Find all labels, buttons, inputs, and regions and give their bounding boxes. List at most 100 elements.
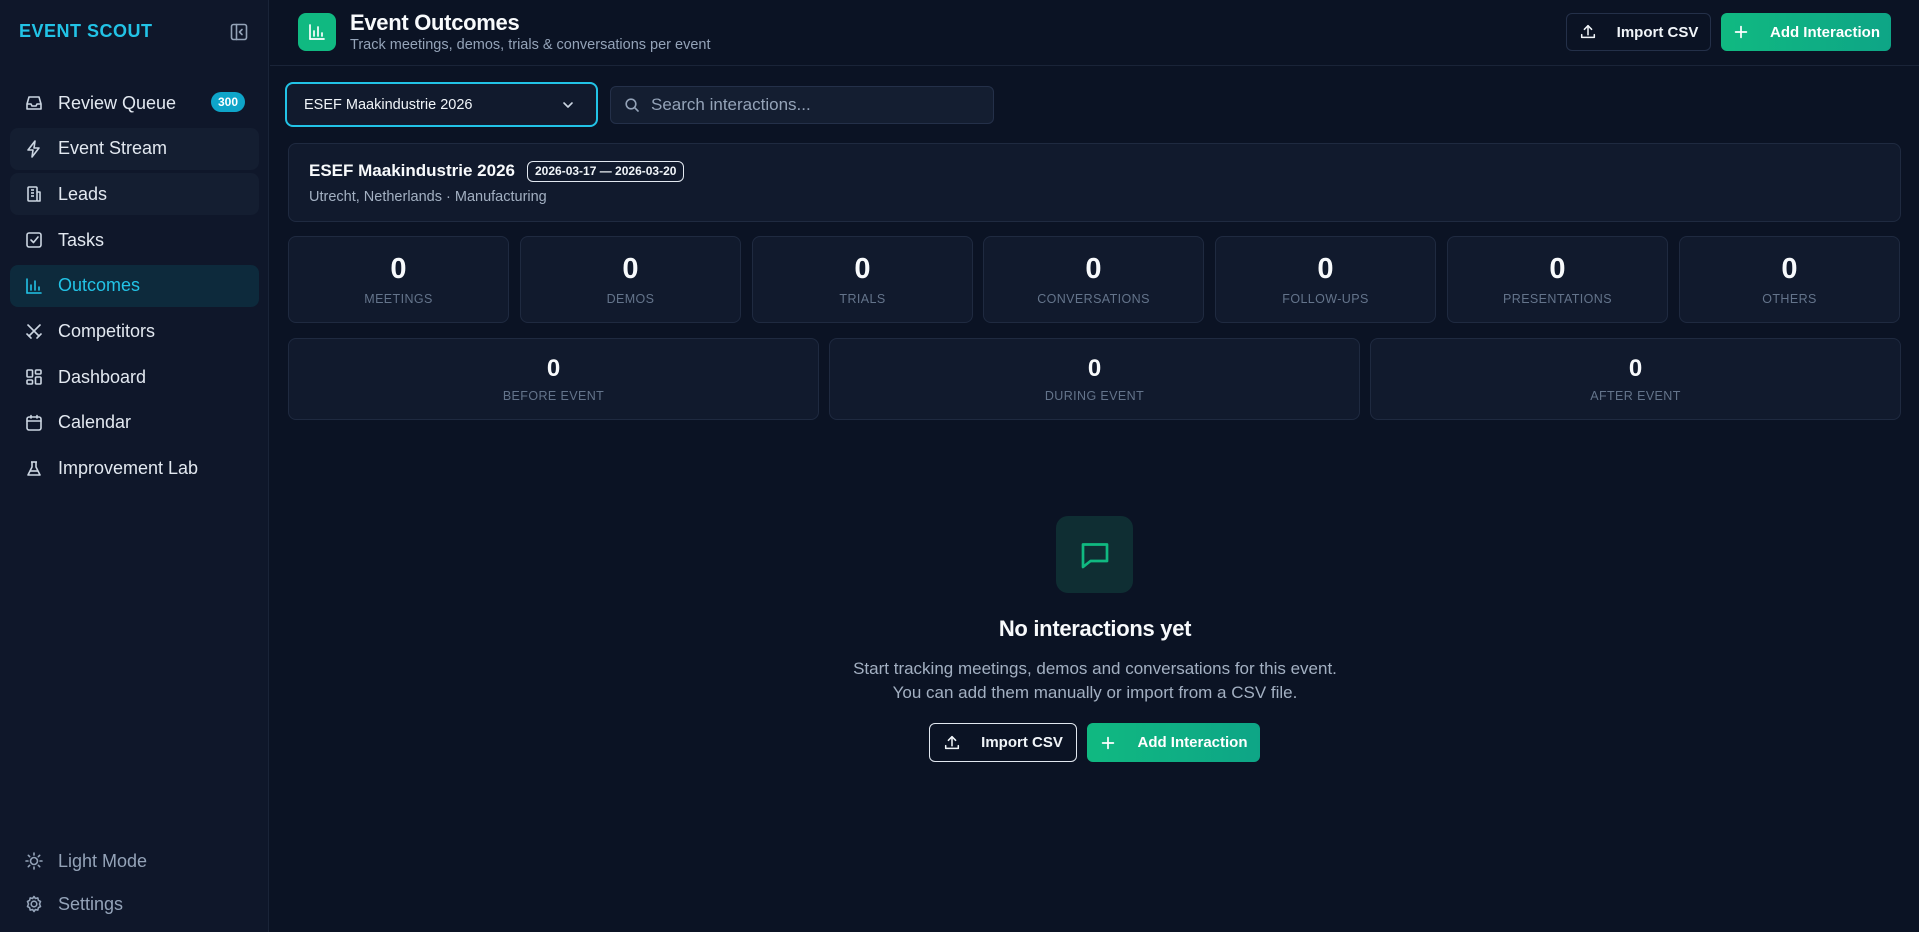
search-icon bbox=[624, 97, 640, 113]
review-count-badge: 300 bbox=[210, 92, 245, 112]
message-square-icon bbox=[1056, 516, 1133, 593]
light-mode-toggle[interactable]: Light Mode bbox=[10, 840, 259, 882]
lightning-icon bbox=[24, 139, 44, 159]
stat-label: DEMOS bbox=[606, 292, 655, 306]
sidebar-collapse-icon[interactable] bbox=[229, 22, 249, 42]
empty-state-title: No interactions yet bbox=[998, 616, 1192, 641]
empty-state-line: Start tracking meetings, demos and conve… bbox=[853, 659, 1337, 678]
empty-add-interaction-button[interactable]: Add Interaction bbox=[1087, 723, 1260, 762]
swords-icon bbox=[24, 321, 44, 341]
sidebar-item-label: Outcomes bbox=[58, 275, 141, 296]
stat-value: 0 bbox=[622, 253, 639, 285]
stat-label: CONVERSATIONS bbox=[1037, 292, 1150, 306]
phase-value: 0 bbox=[1087, 355, 1102, 382]
import-csv-label: Import CSV bbox=[981, 734, 1063, 751]
stat-value: 0 bbox=[1781, 253, 1798, 285]
sidebar-item-event-stream[interactable]: Event Stream bbox=[10, 127, 259, 170]
dashboard-icon bbox=[24, 367, 44, 387]
page-subtitle: Track meetings, demos, trials & conversa… bbox=[350, 37, 711, 53]
stat-label: PRESENTATIONS bbox=[1503, 292, 1612, 306]
sidebar-item-label: Event Stream bbox=[58, 138, 168, 159]
sidebar-item-label: Calendar bbox=[58, 412, 132, 433]
sidebar-item-review-queue[interactable]: Review Queue 300 bbox=[10, 82, 259, 124]
add-interaction-label: Add Interaction bbox=[1137, 734, 1248, 751]
stat-label: MEETINGS bbox=[364, 292, 433, 306]
import-csv-button[interactable]: Import CSV bbox=[1566, 13, 1711, 51]
phase-during-event: 0 DURING EVENT bbox=[829, 338, 1360, 420]
empty-state-text: Start tracking meetings, demos and conve… bbox=[780, 657, 1410, 705]
empty-import-csv-button[interactable]: Import CSV bbox=[929, 723, 1077, 762]
stat-value: 0 bbox=[1549, 253, 1566, 285]
page-header: Event Outcomes Track meetings, demos, tr… bbox=[270, 0, 1919, 66]
search-box bbox=[610, 86, 994, 124]
upload-icon bbox=[943, 734, 961, 752]
stat-label: OTHERS bbox=[1762, 292, 1817, 306]
event-select[interactable]: ESEF Maakindustrie 2026 bbox=[285, 82, 598, 127]
sidebar-item-settings[interactable]: Settings bbox=[10, 883, 259, 925]
phase-value: 0 bbox=[1628, 355, 1643, 382]
phase-label: DURING EVENT bbox=[1044, 389, 1145, 403]
gear-icon bbox=[24, 894, 44, 914]
stat-label: FOLLOW-UPS bbox=[1282, 292, 1369, 306]
sidebar-item-label: Improvement Lab bbox=[58, 458, 199, 478]
sidebar-item-label: Competitors bbox=[58, 320, 156, 341]
sidebar-item-label: Tasks bbox=[58, 229, 105, 250]
sidebar-item-leads[interactable]: Leads bbox=[10, 173, 259, 216]
sidebar-item-dashboard[interactable]: Dashboard bbox=[10, 356, 259, 398]
sidebar-nav: Review Queue 300 Event Stream Leads Task… bbox=[10, 82, 259, 493]
stat-conversations: 0 CONVERSATIONS bbox=[983, 236, 1204, 323]
brand-logo[interactable]: EVENT SCOUT bbox=[19, 21, 153, 42]
stat-value: 0 bbox=[854, 253, 871, 285]
stat-follow-ups: 0 FOLLOW-UPS bbox=[1215, 236, 1436, 323]
chevron-down-icon bbox=[560, 97, 576, 113]
import-csv-label: Import CSV bbox=[1616, 23, 1699, 41]
sidebar: EVENT SCOUT Review Queue 300 Event Strea… bbox=[0, 0, 269, 932]
sidebar-item-label: Leads bbox=[58, 183, 108, 204]
building-icon bbox=[24, 184, 44, 204]
page-title: Event Outcomes bbox=[350, 10, 520, 35]
checkbox-icon bbox=[24, 230, 44, 250]
sidebar-item-improvement-lab[interactable]: Improvement Lab bbox=[10, 448, 259, 490]
sidebar-item-label: Review Queue bbox=[58, 92, 177, 113]
phase-before-event: 0 BEFORE EVENT bbox=[288, 338, 819, 420]
add-interaction-button[interactable]: Add Interaction bbox=[1721, 13, 1891, 51]
sidebar-item-calendar[interactable]: Calendar bbox=[10, 402, 259, 444]
sidebar-item-label: Dashboard bbox=[58, 366, 147, 387]
flask-icon bbox=[24, 459, 44, 479]
event-location: Utrecht, Netherlands · Manufacturing bbox=[309, 189, 547, 205]
stat-label: TRIALS bbox=[839, 292, 886, 306]
event-date-badge: 2026-03-17 — 2026-03-20 bbox=[527, 161, 685, 182]
empty-state-line: You can add them manually or import from… bbox=[892, 683, 1298, 702]
sidebar-item-tasks[interactable]: Tasks bbox=[10, 219, 259, 261]
settings-label: Settings bbox=[58, 893, 124, 914]
add-interaction-label: Add Interaction bbox=[1769, 23, 1880, 41]
sidebar-item-competitors[interactable]: Competitors bbox=[10, 310, 259, 352]
selected-event-label: ESEF Maakindustrie 2026 bbox=[304, 96, 473, 113]
phase-value: 0 bbox=[546, 355, 561, 382]
bar-chart-icon bbox=[298, 13, 336, 51]
event-summary-card: ESEF Maakindustrie 2026 2026-03-17 — 202… bbox=[288, 143, 1901, 222]
stat-others: 0 OTHERS bbox=[1679, 236, 1900, 323]
calendar-icon bbox=[24, 413, 44, 433]
stat-value: 0 bbox=[1317, 253, 1334, 285]
bar-chart-icon bbox=[24, 276, 44, 296]
stat-value: 0 bbox=[1085, 253, 1102, 285]
stat-meetings: 0 MEETINGS bbox=[288, 236, 509, 323]
stat-presentations: 0 PRESENTATIONS bbox=[1447, 236, 1668, 323]
sidebar-footer: Light Mode Settings bbox=[10, 840, 259, 926]
sun-icon bbox=[24, 851, 44, 871]
search-input[interactable] bbox=[651, 95, 981, 115]
light-mode-label: Light Mode bbox=[58, 850, 148, 871]
stat-value: 0 bbox=[390, 253, 407, 285]
stat-trials: 0 TRIALS bbox=[752, 236, 973, 323]
plus-icon bbox=[1099, 734, 1117, 752]
sidebar-item-outcomes[interactable]: Outcomes bbox=[10, 264, 259, 307]
phase-label: AFTER EVENT bbox=[1590, 389, 1681, 403]
stat-demos: 0 DEMOS bbox=[520, 236, 741, 323]
event-name: ESEF Maakindustrie 2026 bbox=[309, 161, 515, 180]
phase-label: BEFORE EVENT bbox=[502, 389, 605, 403]
upload-icon bbox=[1579, 23, 1597, 41]
inbox-icon bbox=[24, 93, 44, 113]
phase-after-event: 0 AFTER EVENT bbox=[1370, 338, 1901, 420]
plus-icon bbox=[1732, 23, 1750, 41]
